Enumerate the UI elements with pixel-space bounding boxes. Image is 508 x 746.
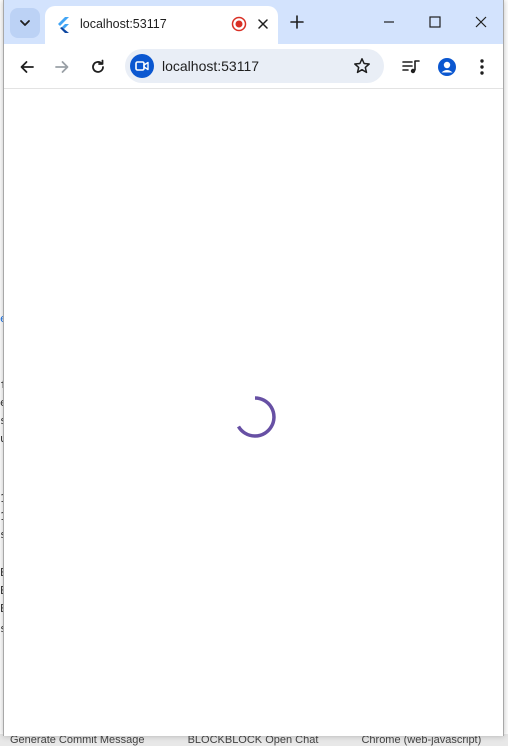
- reload-icon: [92, 59, 104, 73]
- new-tab-button[interactable]: [285, 10, 309, 34]
- minimize-button[interactable]: [367, 4, 411, 40]
- forward-button[interactable]: [47, 52, 77, 82]
- browser-window: localhost:53117 localhost:53117: [3, 0, 504, 736]
- tab-title: localhost:53117: [80, 17, 167, 31]
- minimize-icon: [384, 21, 394, 23]
- flutter-icon: [58, 17, 69, 33]
- menu-button[interactable]: [467, 52, 497, 82]
- tab-close-button[interactable]: [253, 14, 273, 34]
- plus-icon: [290, 15, 304, 29]
- address-bar[interactable]: localhost:53117: [125, 49, 384, 83]
- recording-indicator-icon: [231, 16, 247, 32]
- close-icon: [475, 16, 487, 28]
- close-window-button[interactable]: [459, 4, 503, 40]
- media-controls-button[interactable]: [396, 52, 426, 82]
- arrow-left-icon: [20, 61, 34, 73]
- loading-spinner: [236, 396, 276, 438]
- bookmark-button[interactable]: [352, 56, 372, 76]
- profile-button[interactable]: [432, 52, 462, 82]
- more-vertical-icon: [480, 59, 484, 75]
- browser-toolbar: localhost:53117: [4, 44, 503, 89]
- title-bar: localhost:53117: [4, 0, 503, 44]
- video-camera-icon: [135, 61, 149, 71]
- reload-button[interactable]: [83, 52, 113, 82]
- browser-tab[interactable]: localhost:53117: [45, 6, 278, 44]
- close-icon: [258, 19, 268, 29]
- queue-music-icon: [402, 60, 420, 74]
- chevron-down-icon: [20, 20, 30, 26]
- maximize-icon: [429, 16, 441, 28]
- page-content: [4, 90, 503, 736]
- arrow-right-icon: [55, 61, 69, 73]
- back-button[interactable]: [12, 52, 42, 82]
- tab-search-button[interactable]: [10, 8, 40, 38]
- star-icon: [354, 58, 370, 74]
- maximize-button[interactable]: [413, 4, 457, 40]
- avatar-icon: [438, 58, 456, 76]
- url-text: localhost:53117: [162, 58, 260, 74]
- site-info-button[interactable]: [130, 54, 154, 78]
